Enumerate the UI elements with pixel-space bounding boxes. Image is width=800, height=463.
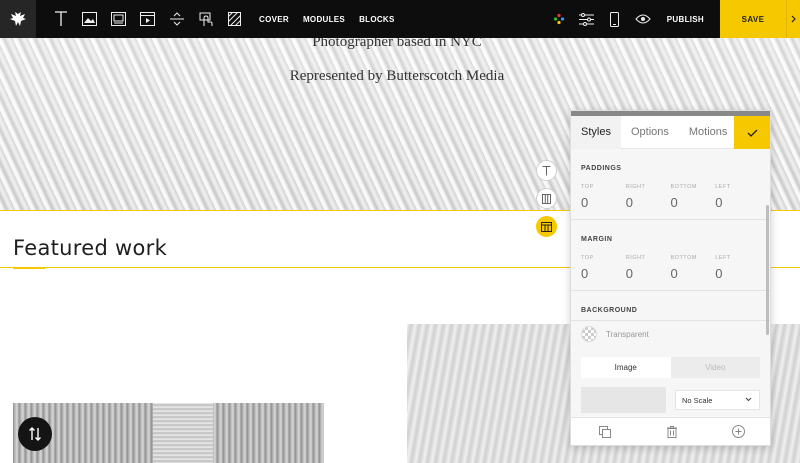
text-icon[interactable] xyxy=(46,0,75,38)
columns-icon[interactable] xyxy=(536,188,557,209)
margin-top-label: TOP xyxy=(581,255,594,261)
hero-subtitle: Photographer based in NYC xyxy=(312,38,482,50)
mobile-icon[interactable] xyxy=(601,0,629,38)
section-tools xyxy=(536,160,558,244)
padding-top-label: TOP xyxy=(581,184,594,190)
chevron-right-icon[interactable] xyxy=(786,0,800,38)
styles-panel: Styles Options Motions PADDINGS TOP 0 RIG… xyxy=(570,110,771,446)
sliders-icon[interactable] xyxy=(573,0,601,38)
pattern-icon[interactable] xyxy=(220,0,249,38)
featured-title: Featured work xyxy=(13,236,168,260)
section-layout-icon[interactable] xyxy=(536,216,557,237)
text-icon[interactable] xyxy=(536,160,557,181)
margin-bottom-input[interactable]: 0 xyxy=(671,266,716,281)
trash-icon[interactable] xyxy=(662,422,682,442)
eye-icon[interactable] xyxy=(629,0,657,38)
save-button[interactable]: SAVE xyxy=(720,0,786,38)
transparent-swatch-icon[interactable] xyxy=(581,326,597,342)
margin-bottom-label: BOTTOM xyxy=(670,255,697,261)
padding-bottom-label: BOTTOM xyxy=(670,184,697,190)
margin-right-label: RIGHT xyxy=(625,255,646,261)
publish-button[interactable]: PUBLISH xyxy=(667,15,704,24)
paddings-title: PADDINGS xyxy=(581,165,622,172)
check-icon[interactable] xyxy=(734,116,770,149)
margin-top-input[interactable]: 0 xyxy=(581,266,626,281)
gallery-image-1[interactable] xyxy=(13,403,324,463)
background-image-row: No Scale xyxy=(581,387,760,413)
duplicate-icon[interactable] xyxy=(595,422,615,442)
panel-body: PADDINGS TOP 0 RIGHT 0 BOTTOM 0 LEFT 0 MARGI… xyxy=(571,165,770,440)
panel-footer xyxy=(571,417,770,445)
margin-right-input[interactable]: 0 xyxy=(626,266,671,281)
background-title: BACKGROUND xyxy=(581,307,638,314)
margin-title: MARGIN xyxy=(581,236,613,243)
media-image-option[interactable]: Image xyxy=(581,357,671,378)
margin-left-label: LEFT xyxy=(715,255,731,261)
padding-right-input[interactable]: 0 xyxy=(626,195,671,210)
padding-left-label: LEFT xyxy=(715,184,731,190)
gallery-icon[interactable] xyxy=(104,0,133,38)
nav-modules[interactable]: MODULES xyxy=(303,15,345,24)
divider-icon[interactable] xyxy=(162,0,191,38)
tab-styles[interactable]: Styles xyxy=(571,115,621,149)
nav-cover[interactable]: COVER xyxy=(259,15,289,24)
paddings-values: TOP 0 RIGHT 0 BOTTOM 0 LEFT 0 xyxy=(581,184,760,210)
button-icon[interactable] xyxy=(191,0,220,38)
logo-bird-icon[interactable] xyxy=(0,0,36,38)
chevron-down-icon xyxy=(745,397,752,402)
media-video-option[interactable]: Video xyxy=(670,357,760,378)
scale-select[interactable]: No Scale xyxy=(674,390,760,410)
background-value: Transparent xyxy=(606,329,649,339)
panel-tabs: Styles Options Motions xyxy=(571,115,770,149)
color-palette-icon[interactable] xyxy=(545,0,573,38)
image-icon[interactable] xyxy=(75,0,104,38)
background-color-row[interactable]: Transparent xyxy=(571,320,770,347)
padding-bottom-input[interactable]: 0 xyxy=(671,195,716,210)
tab-options[interactable]: Options xyxy=(621,116,679,149)
background-image-thumbnail[interactable] xyxy=(581,387,666,413)
top-toolbar: COVER MODULES BLOCKS PUBLISH SAVE xyxy=(0,0,800,38)
media-toggle: Image Video xyxy=(581,357,760,378)
margin-values: TOP 0 RIGHT 0 BOTTOM 0 LEFT 0 xyxy=(581,255,760,281)
title-underline xyxy=(13,267,45,269)
reorder-button[interactable] xyxy=(18,417,52,451)
padding-left-input[interactable]: 0 xyxy=(715,195,760,210)
divider xyxy=(571,219,770,220)
video-icon[interactable] xyxy=(133,0,162,38)
margin-left-input[interactable]: 0 xyxy=(715,266,760,281)
scale-value: No Scale xyxy=(681,395,713,405)
divider xyxy=(571,290,770,291)
nav-blocks[interactable]: BLOCKS xyxy=(359,15,395,24)
tab-motions[interactable]: Motions xyxy=(679,116,738,149)
add-icon[interactable] xyxy=(729,422,749,442)
hero-representation: Represented by Butterscotch Media xyxy=(289,68,505,84)
panel-scrollbar[interactable] xyxy=(766,205,769,335)
padding-top-input[interactable]: 0 xyxy=(581,195,626,210)
padding-right-label: RIGHT xyxy=(625,184,646,190)
